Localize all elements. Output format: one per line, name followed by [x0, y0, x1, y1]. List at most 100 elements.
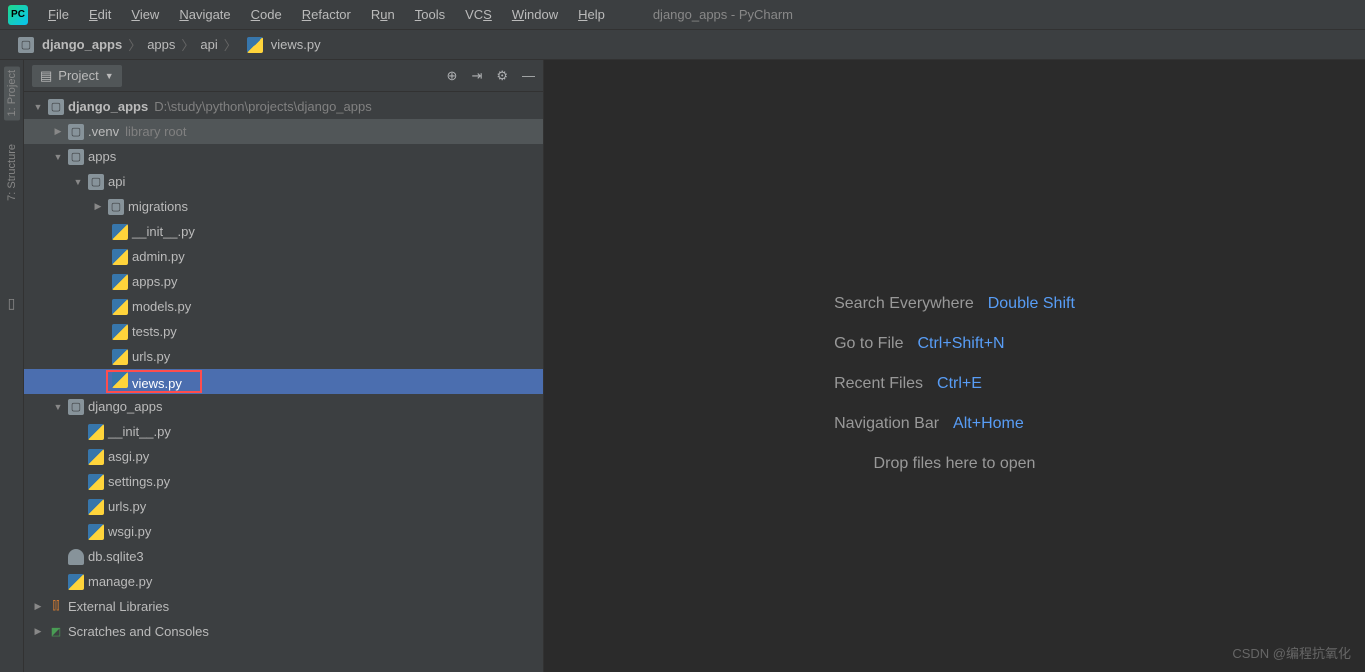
menu-help[interactable]: Help [570, 5, 613, 24]
folder-icon: ▢ [108, 199, 124, 215]
tree-file[interactable]: admin.py [24, 244, 543, 269]
welcome-navbar: Navigation BarAlt+Home [834, 415, 1075, 433]
menu-navigate[interactable]: Navigate [171, 5, 238, 24]
database-icon [68, 549, 84, 565]
tree-manage[interactable]: manage.py [24, 569, 543, 594]
annotation-box: views.py [106, 370, 202, 393]
editor-area[interactable]: Search EverywhereDouble Shift Go to File… [544, 60, 1365, 672]
gutter-project[interactable]: 1: Project [4, 66, 20, 120]
python-icon [88, 449, 104, 465]
chevron-right-icon: 〉 [224, 35, 237, 54]
folder-icon: ▢ [48, 99, 64, 115]
tree-file-selected[interactable]: views.py [24, 369, 543, 394]
tree-file[interactable]: apps.py [24, 269, 543, 294]
bookmark-icon[interactable]: ▯ [8, 295, 16, 312]
collapsed-icon: ▶ [52, 126, 64, 137]
tree-migrations[interactable]: ▶▢migrations [24, 194, 543, 219]
main-menu: File Edit View Navigate Code Refactor Ru… [40, 5, 613, 24]
gear-icon[interactable]: ⚙ [496, 68, 508, 84]
gutter-structure[interactable]: 7: Structure [6, 140, 18, 205]
python-icon [112, 274, 128, 290]
python-icon [247, 37, 263, 53]
menu-file[interactable]: File [40, 5, 77, 24]
chevron-right-icon: 〉 [128, 35, 141, 54]
tree-file[interactable]: models.py [24, 294, 543, 319]
menu-edit[interactable]: Edit [81, 5, 119, 24]
project-pane-icon: ▤ [40, 68, 52, 84]
python-icon [112, 372, 128, 388]
project-sidebar: ▤ Project ▼ ⊕ ⇥ ⚙ — ▼▢django_appsD:\stud… [24, 60, 544, 672]
expanded-icon: ▼ [32, 102, 44, 112]
breadcrumb: ▢django_apps 〉 apps 〉 api 〉 views.py [0, 30, 1365, 60]
menu-window[interactable]: Window [504, 5, 566, 24]
tree-file[interactable]: urls.py [24, 494, 543, 519]
welcome-drop: Drop files here to open [834, 455, 1075, 473]
collapsed-icon: ▶ [32, 626, 44, 637]
crumb-api[interactable]: api [196, 35, 221, 54]
python-icon [112, 324, 128, 340]
tree-external-libs[interactable]: ▶⫿⫿External Libraries [24, 594, 543, 619]
python-icon [112, 249, 128, 265]
python-icon [88, 524, 104, 540]
tree-db[interactable]: db.sqlite3 [24, 544, 543, 569]
menu-code[interactable]: Code [243, 5, 290, 24]
python-icon [112, 349, 128, 365]
expanded-icon: ▼ [52, 152, 64, 162]
folder-icon: ▢ [68, 149, 84, 165]
folder-icon: ▢ [18, 37, 34, 53]
welcome-panel: Search EverywhereDouble Shift Go to File… [834, 295, 1075, 473]
chevron-right-icon: 〉 [181, 35, 194, 54]
folder-icon: ▢ [88, 174, 104, 190]
tree-apps[interactable]: ▼▢apps [24, 144, 543, 169]
hide-icon[interactable]: — [522, 68, 535, 83]
python-icon [88, 474, 104, 490]
window-title: django_apps - PyCharm [653, 7, 793, 22]
chevron-down-icon: ▼ [105, 71, 114, 81]
collapse-icon[interactable]: ⇥ [471, 68, 482, 84]
python-icon [88, 499, 104, 515]
python-icon [112, 299, 128, 315]
tree-file[interactable]: urls.py [24, 344, 543, 369]
sidebar-title-label: Project [58, 68, 98, 83]
tree-file[interactable]: asgi.py [24, 444, 543, 469]
menu-vcs[interactable]: VCS [457, 5, 500, 24]
python-icon [112, 224, 128, 240]
tree-venv[interactable]: ▶▢.venvlibrary root [24, 119, 543, 144]
tree-api[interactable]: ▼▢api [24, 169, 543, 194]
sidebar-view-selector[interactable]: ▤ Project ▼ [32, 65, 122, 87]
crumb-apps[interactable]: apps [143, 35, 179, 54]
crumb-file[interactable]: views.py [239, 35, 325, 55]
tool-gutter: 1: Project 7: Structure ▯ [0, 60, 24, 672]
sidebar-header: ▤ Project ▼ ⊕ ⇥ ⚙ — [24, 60, 543, 92]
expanded-icon: ▼ [52, 402, 64, 412]
menu-tools[interactable]: Tools [407, 5, 453, 24]
tree-file[interactable]: __init__.py [24, 219, 543, 244]
tree-file[interactable]: settings.py [24, 469, 543, 494]
welcome-gotofile: Go to FileCtrl+Shift+N [834, 335, 1075, 353]
locate-icon[interactable]: ⊕ [447, 68, 458, 84]
project-tree[interactable]: ▼▢django_appsD:\study\python\projects\dj… [24, 92, 543, 672]
collapsed-icon: ▶ [92, 201, 104, 212]
menu-view[interactable]: View [123, 5, 167, 24]
tree-file[interactable]: tests.py [24, 319, 543, 344]
menu-refactor[interactable]: Refactor [294, 5, 359, 24]
collapsed-icon: ▶ [32, 601, 44, 612]
folder-icon: ▢ [68, 399, 84, 415]
python-icon [68, 574, 84, 590]
title-bar: PC File Edit View Navigate Code Refactor… [0, 0, 1365, 30]
welcome-search: Search EverywhereDouble Shift [834, 295, 1075, 313]
menu-run[interactable]: Run [363, 5, 403, 24]
python-icon [88, 424, 104, 440]
tree-djpkg[interactable]: ▼▢django_apps [24, 394, 543, 419]
welcome-recent: Recent FilesCtrl+E [834, 375, 1075, 393]
scratch-icon: ◩ [48, 624, 64, 640]
pycharm-icon: PC [8, 5, 28, 25]
watermark: CSDN @编程抗氧化 [1232, 643, 1351, 662]
tree-root[interactable]: ▼▢django_appsD:\study\python\projects\dj… [24, 94, 543, 119]
library-icon: ⫿⫿ [48, 599, 64, 615]
tree-file[interactable]: wsgi.py [24, 519, 543, 544]
tree-scratches[interactable]: ▶◩Scratches and Consoles [24, 619, 543, 644]
folder-icon: ▢ [68, 124, 84, 140]
crumb-root[interactable]: ▢django_apps [10, 35, 126, 55]
tree-file[interactable]: __init__.py [24, 419, 543, 444]
